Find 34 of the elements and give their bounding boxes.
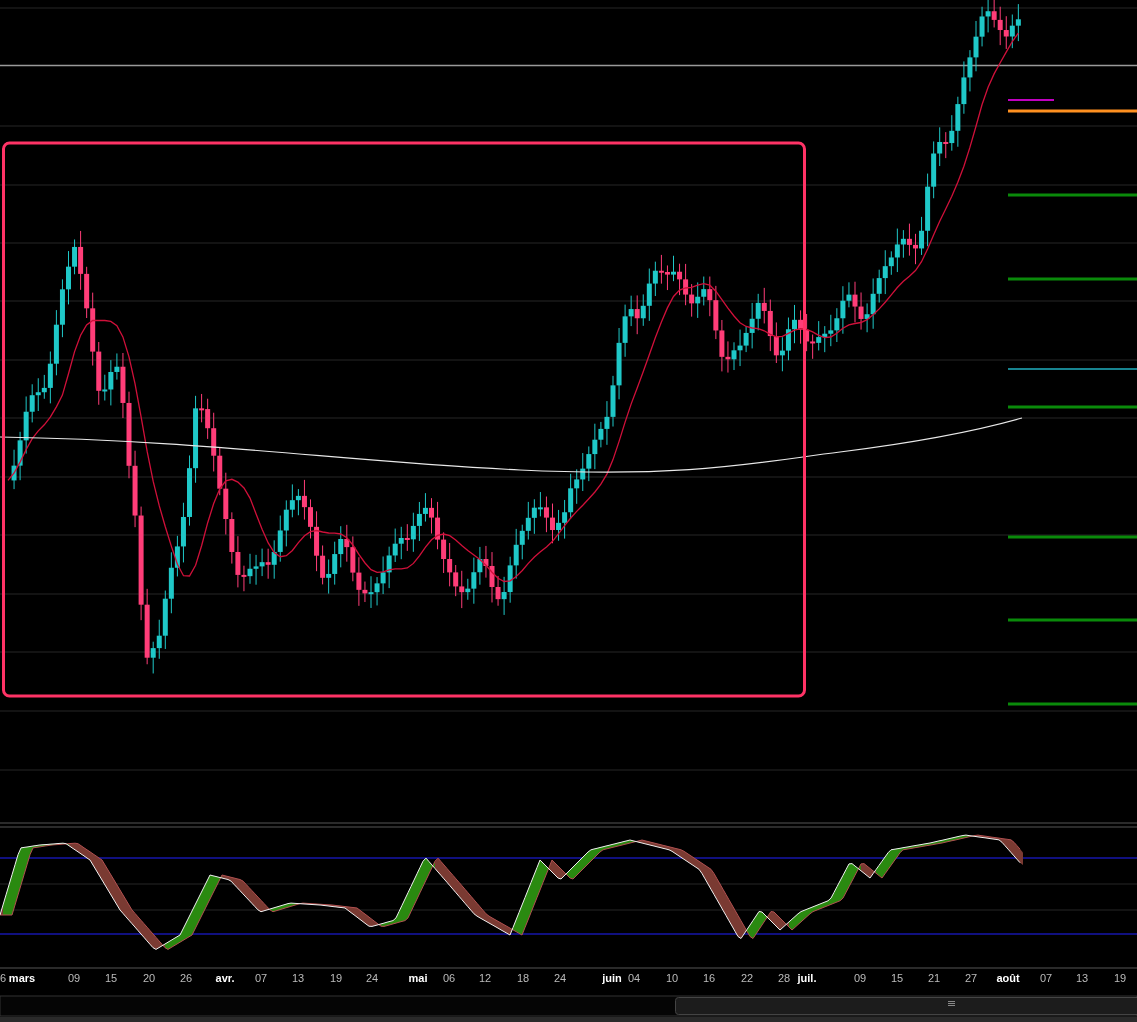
axis-label: mars	[8, 971, 36, 986]
axis-label: 21	[927, 971, 941, 986]
axis-label: 19	[329, 971, 343, 986]
axis-label: 28	[777, 971, 791, 986]
axis-label: juil.	[797, 971, 817, 986]
axis-label: 06	[442, 971, 456, 986]
axis-label: 16	[702, 971, 716, 986]
axis-label: juin	[602, 971, 622, 986]
axis-label: 04	[627, 971, 641, 986]
axis-label: 09	[853, 971, 867, 986]
axis-label: 20	[142, 971, 156, 986]
scroll-thumb[interactable]	[675, 997, 1137, 1015]
axis-label: 13	[1075, 971, 1089, 986]
axis-label: 12	[478, 971, 492, 986]
axis-label: 22	[740, 971, 754, 986]
price-level-line	[1007, 99, 1055, 101]
axis-label: 27	[964, 971, 978, 986]
axis-label: 15	[890, 971, 904, 986]
axis-label: 18	[516, 971, 530, 986]
axis-label: 10	[665, 971, 679, 986]
axis-label: 15	[104, 971, 118, 986]
axis-label: 07	[254, 971, 268, 986]
grip-icon	[947, 1001, 956, 1006]
axis-label: mai	[408, 971, 428, 986]
axis-label: 19	[1113, 971, 1127, 986]
axis-label: avr.	[215, 971, 235, 986]
axis-label: 24	[553, 971, 567, 986]
axis-label: 07	[1039, 971, 1053, 986]
axis-label: 24	[365, 971, 379, 986]
axis-label: août	[996, 971, 1020, 986]
axis-label: 26	[179, 971, 193, 986]
axis-label: 13	[291, 971, 305, 986]
axis-label: 6	[0, 971, 7, 986]
axis-label: 09	[67, 971, 81, 986]
